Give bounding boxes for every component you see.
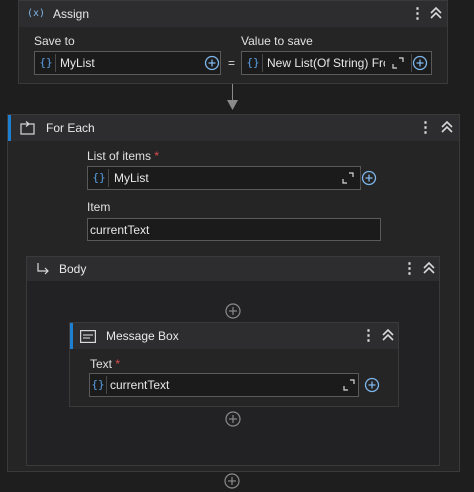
list-of-items-label-text: List of items [87, 149, 152, 163]
selection-accent [8, 115, 11, 141]
required-marker: * [154, 149, 160, 163]
field-divider [55, 54, 56, 72]
text-label-text: Text [90, 357, 113, 371]
field-divider [262, 54, 263, 72]
equals-sign: = [228, 56, 236, 70]
variable-icon: {} [246, 56, 260, 69]
item-value: currentText [90, 223, 150, 237]
for-each-icon [20, 121, 35, 135]
for-each-activity[interactable]: For Each ⋮ List of items * {} MyList Ite… [7, 114, 460, 472]
body-container[interactable]: Body ⋮ Message Box ⋮ Text * {} currentTe… [26, 256, 440, 466]
item-field[interactable]: currentText [87, 218, 381, 241]
list-of-items-value: MyList [114, 171, 149, 185]
body-icon [37, 263, 49, 275]
item-label: Item [87, 200, 111, 214]
message-box-icon [80, 330, 96, 343]
expand-icon[interactable] [392, 57, 404, 69]
text-field[interactable]: {} currentText [89, 373, 359, 397]
assign-activity[interactable]: (x) Assign ⋮ Save to {} MyList = Value t… [18, 0, 448, 84]
value-to-save-label: Value to save [241, 34, 313, 48]
collapse-icon[interactable] [422, 260, 438, 280]
body-header[interactable]: Body ⋮ [27, 257, 439, 281]
connector-arrow [227, 100, 238, 110]
variable-icon: {} [91, 378, 105, 391]
collapse-icon[interactable] [429, 5, 445, 25]
save-to-label: Save to [34, 34, 75, 48]
for-each-header[interactable]: For Each ⋮ [8, 115, 459, 141]
add-activity-button[interactable] [225, 303, 241, 319]
text-label: Text * [90, 357, 120, 371]
more-icon[interactable]: ⋮ [402, 259, 417, 279]
list-of-items-field[interactable]: {} MyList [87, 166, 361, 190]
add-activity-button[interactable] [225, 411, 241, 427]
variable-icon: {} [39, 56, 53, 69]
more-icon[interactable]: ⋮ [410, 4, 425, 24]
add-icon[interactable] [361, 170, 377, 186]
body-title: Body [59, 262, 87, 276]
collapse-icon[interactable] [381, 327, 397, 347]
more-icon[interactable]: ⋮ [361, 326, 376, 346]
save-to-field[interactable]: {} MyList [34, 51, 221, 75]
message-box-title: Message Box [106, 329, 179, 343]
save-to-value: MyList [60, 56, 95, 70]
more-icon[interactable]: ⋮ [418, 118, 433, 138]
assign-icon: (x) [27, 8, 46, 19]
value-to-save-field[interactable]: {} New List(Of String) Frc [241, 51, 432, 75]
add-icon[interactable] [412, 55, 428, 71]
message-box-header[interactable]: Message Box ⋮ [70, 323, 398, 349]
variable-icon: {} [92, 171, 106, 184]
field-divider [108, 169, 109, 187]
required-marker: * [115, 357, 121, 371]
message-box-activity[interactable]: Message Box ⋮ Text * {} currentText [69, 322, 399, 407]
text-value: currentText [110, 378, 170, 392]
for-each-title: For Each [46, 121, 95, 135]
expand-icon[interactable] [342, 172, 354, 184]
assign-title: Assign [53, 7, 90, 21]
collapse-icon[interactable] [440, 119, 456, 139]
expand-icon[interactable] [343, 379, 355, 391]
add-icon[interactable] [364, 377, 380, 393]
add-activity-button[interactable] [224, 473, 240, 489]
field-divider [106, 376, 107, 394]
value-to-save-value: New List(Of String) Frc [267, 56, 385, 70]
assign-header[interactable]: (x) Assign ⋮ [19, 1, 447, 27]
add-icon[interactable] [204, 55, 220, 71]
list-of-items-label: List of items * [87, 149, 159, 163]
selection-accent [70, 323, 73, 349]
